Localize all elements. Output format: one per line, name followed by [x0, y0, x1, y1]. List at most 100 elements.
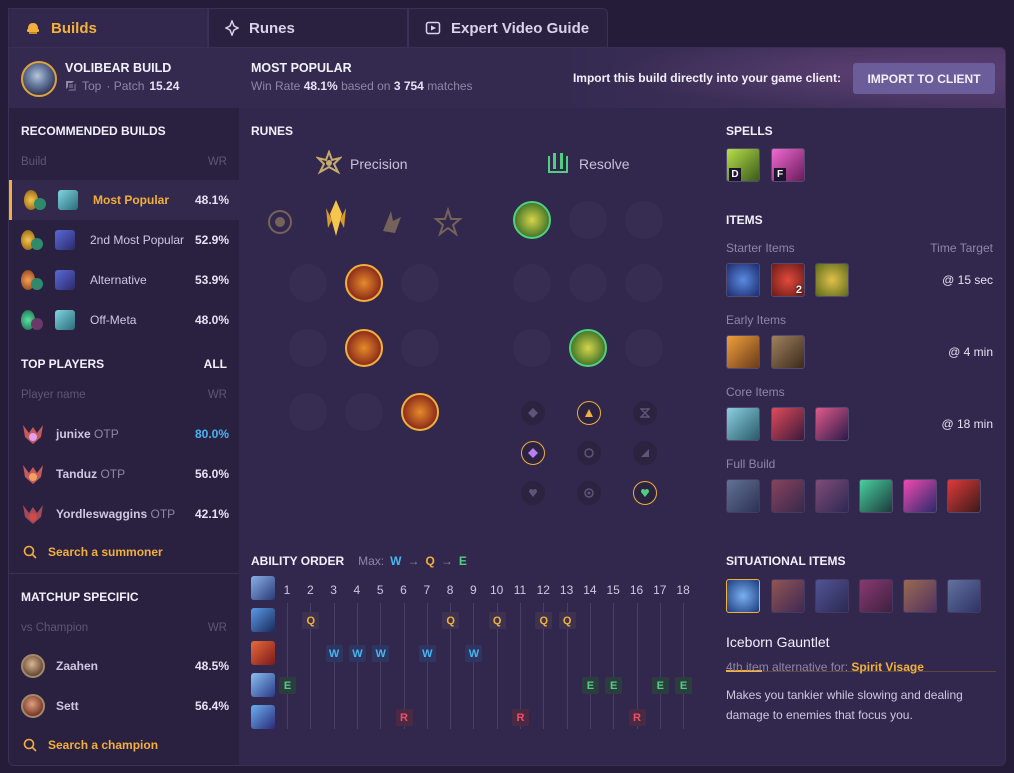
- boots-icon[interactable]: [771, 335, 805, 369]
- last-stand-icon[interactable]: [401, 393, 439, 431]
- level-number: 14: [583, 583, 597, 597]
- health-potion-icon[interactable]: 2: [771, 263, 805, 297]
- level-number: 17: [653, 583, 667, 597]
- legend-haste-icon[interactable]: [345, 329, 383, 367]
- overgrowth-icon[interactable]: [513, 329, 551, 367]
- ability-order-label: ABILITY ORDER: [251, 554, 345, 568]
- build-row-icons: [21, 230, 79, 252]
- shard-adaptive-icon[interactable]: [521, 401, 545, 425]
- tab-runes[interactable]: Runes: [208, 8, 408, 47]
- coup-de-grace-icon[interactable]: [289, 393, 327, 431]
- level-gridline: [333, 603, 335, 729]
- shard-health-icon[interactable]: [521, 481, 545, 505]
- champion-portrait: [21, 694, 45, 718]
- secondary-tree-name: Resolve: [579, 156, 630, 172]
- situational-item-4-icon[interactable]: [859, 579, 893, 613]
- ability-order-title: ABILITY ORDER Max: W → Q → E: [251, 554, 467, 568]
- legend-bloodline-icon[interactable]: [401, 329, 439, 367]
- player-row-junixe[interactable]: junixe OTP 80.0%: [9, 414, 239, 454]
- build-row-alternative[interactable]: Alternative 53.9%: [9, 260, 239, 300]
- full-build-item-1-icon[interactable]: [726, 479, 760, 513]
- build-row-off-meta[interactable]: Off-Meta 48.0%: [9, 300, 239, 340]
- font-of-life-icon[interactable]: [569, 201, 607, 239]
- situational-item-description: Makes you tankier while slowing and deal…: [726, 688, 963, 722]
- based-on-text: based on: [341, 79, 391, 93]
- presence-of-mind-icon[interactable]: [401, 264, 439, 302]
- conditioning-icon[interactable]: [513, 264, 551, 302]
- situational-item-6-icon[interactable]: [947, 579, 981, 613]
- unflinching-icon[interactable]: [625, 329, 663, 367]
- player-name: Tanduz OTP: [56, 467, 126, 481]
- shard-adaptive-icon[interactable]: [521, 441, 545, 465]
- absorb-life-icon[interactable]: [289, 264, 327, 302]
- shard-move-speed-icon[interactable]: [577, 441, 601, 465]
- resolve-tree-icon: [34, 198, 46, 210]
- top-players-all-link[interactable]: ALL: [204, 357, 227, 371]
- resolve-icon: [548, 153, 568, 173]
- matches-suffix: matches: [427, 79, 473, 93]
- dorans-shield-icon[interactable]: [726, 263, 760, 297]
- shield-bash-icon[interactable]: [625, 201, 663, 239]
- full-build-item-5-icon[interactable]: [903, 479, 937, 513]
- situational-item-3-icon[interactable]: [815, 579, 849, 613]
- skill-point-r: R: [512, 709, 529, 726]
- second-wind-icon[interactable]: [569, 264, 607, 302]
- phage-icon[interactable]: [726, 335, 760, 369]
- shard-ability-haste-icon[interactable]: [633, 401, 657, 425]
- shard-health-scaling-icon[interactable]: [633, 481, 657, 505]
- conqueror-icon[interactable]: [318, 200, 354, 236]
- item-icon: [55, 230, 75, 250]
- matchup-row-zaahen[interactable]: Zaahen 48.5%: [9, 646, 239, 686]
- cut-down-icon[interactable]: [345, 393, 383, 431]
- shard-attack-speed-icon[interactable]: [577, 401, 601, 425]
- revitalize-icon[interactable]: [569, 329, 607, 367]
- trinity-force-icon[interactable]: [726, 407, 760, 441]
- skill-point-e: E: [605, 677, 623, 694]
- q-skill-icon: [251, 608, 275, 632]
- full-build-item-3-icon[interactable]: [815, 479, 849, 513]
- full-build-item-2-icon[interactable]: [771, 479, 805, 513]
- flash-spell-icon[interactable]: F: [771, 148, 805, 182]
- stealth-ward-icon[interactable]: [815, 263, 849, 297]
- legend-alacrity-icon[interactable]: [289, 329, 327, 367]
- situational-item-5-icon[interactable]: [903, 579, 937, 613]
- shard-tenacity-icon[interactable]: [577, 481, 601, 505]
- spirit-visage-icon[interactable]: [815, 407, 849, 441]
- build-column-header: Build: [21, 156, 47, 168]
- level-number: 12: [536, 583, 550, 597]
- r-skill-icon: [251, 705, 275, 729]
- level-number: 4: [353, 583, 361, 597]
- player-row-yordleswaggins[interactable]: Yordleswaggins OTP 42.1%: [9, 494, 239, 534]
- matchup-row-sett[interactable]: Sett 56.4%: [9, 686, 239, 726]
- situational-item-2-icon[interactable]: [771, 579, 805, 613]
- lethal-tempo-icon[interactable]: [374, 204, 410, 240]
- full-build-item-6-icon[interactable]: [947, 479, 981, 513]
- e-skill-icon: [251, 673, 275, 697]
- demolish-icon[interactable]: [513, 201, 551, 239]
- player-row-tanduz[interactable]: Tanduz OTP 56.0%: [9, 454, 239, 494]
- search-summoner-link[interactable]: Search a summoner: [23, 545, 163, 559]
- fleet-footwork-icon[interactable]: [430, 204, 466, 240]
- arrow-right-icon: →: [407, 554, 420, 568]
- ghost-spell-icon[interactable]: D: [726, 148, 760, 182]
- triumph-icon[interactable]: [345, 264, 383, 302]
- skill-point-r: R: [628, 709, 646, 726]
- tab-expert-video-guide[interactable]: Expert Video Guide: [408, 8, 608, 47]
- resolve-tree-icon: [31, 278, 43, 290]
- alt-item-link[interactable]: Spirit Visage: [851, 660, 923, 674]
- shard-health-scaling-icon[interactable]: [633, 441, 657, 465]
- resolve-tree-icon: [31, 238, 43, 250]
- mercury-treads-icon[interactable]: [771, 407, 805, 441]
- search-champion-link[interactable]: Search a champion: [23, 738, 158, 752]
- iceborn-gauntlet-icon[interactable]: [726, 579, 760, 613]
- skill-point-r: R: [395, 709, 413, 726]
- tab-builds[interactable]: Builds: [8, 8, 208, 47]
- bone-plating-icon[interactable]: [625, 264, 663, 302]
- press-the-attack-icon[interactable]: [262, 204, 298, 240]
- rank-emblem-icon: [23, 425, 43, 444]
- build-row-2nd-most-popular[interactable]: 2nd Most Popular 52.9%: [9, 220, 239, 260]
- import-to-client-button[interactable]: IMPORT TO CLIENT: [853, 63, 995, 94]
- build-row-most-popular[interactable]: Most Popular 48.1%: [9, 180, 239, 220]
- full-build-item-4-icon[interactable]: [859, 479, 893, 513]
- level-number: 16: [629, 583, 644, 597]
